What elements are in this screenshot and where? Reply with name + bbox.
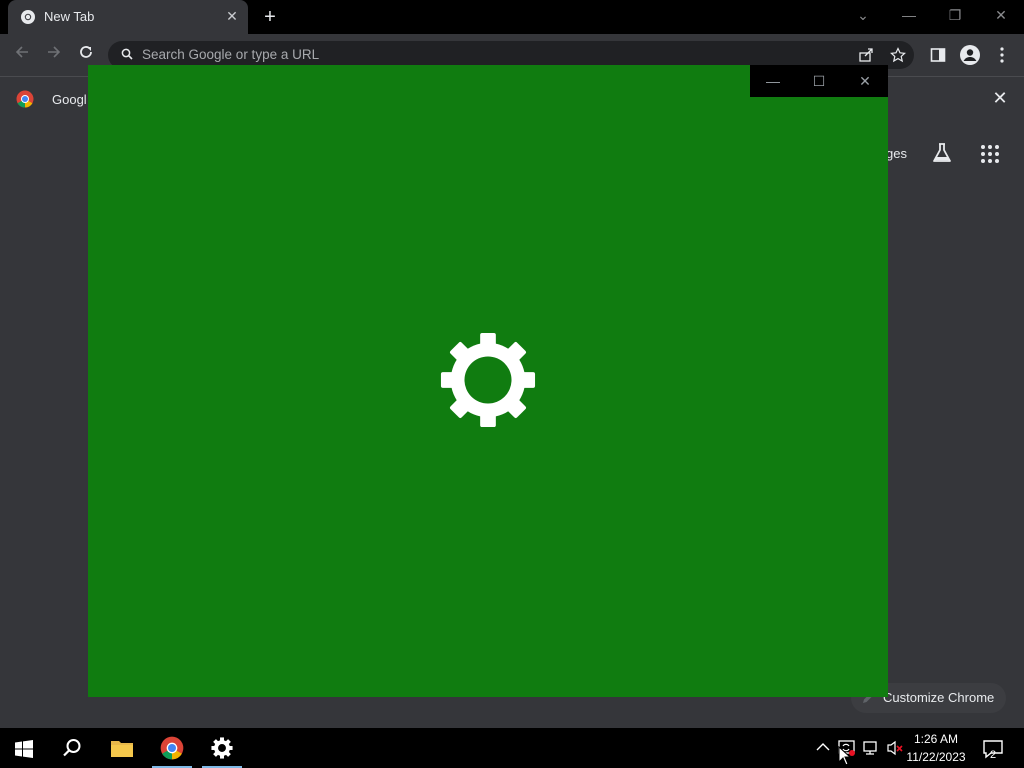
labs-flask-icon[interactable] <box>931 142 953 164</box>
folder-icon <box>111 741 133 757</box>
windows-logo-icon <box>15 740 33 758</box>
omnibox-placeholder: Search Google or type a URL <box>142 47 320 62</box>
start-button[interactable] <box>0 728 48 768</box>
close-window-button[interactable]: ✕ <box>978 0 1024 32</box>
search-icon <box>63 739 81 757</box>
back-button[interactable] <box>11 44 33 66</box>
infobar-close-button[interactable]: ✕ <box>991 89 1009 107</box>
reload-button[interactable] <box>75 44 97 66</box>
bookmark-item-google[interactable]: Googl <box>52 92 87 107</box>
chrome-favicon-icon <box>21 10 35 24</box>
splash-close-button[interactable]: ✕ <box>842 65 888 97</box>
side-panel-icon[interactable] <box>930 47 946 63</box>
network-icon[interactable] <box>862 740 880 756</box>
settings-gear-icon <box>440 332 536 428</box>
forward-button[interactable] <box>43 44 65 66</box>
tab-title: New Tab <box>44 9 95 24</box>
chrome-taskbar-button[interactable] <box>148 728 196 768</box>
tab-new-tab[interactable]: New Tab ✕ <box>8 0 248 34</box>
clock-date[interactable]: 11/22/2023 <box>900 750 972 764</box>
notifications-count-badge: 2 <box>990 749 997 761</box>
chrome-menu-icon[interactable] <box>997 46 1007 64</box>
file-explorer-taskbar-button[interactable] <box>98 728 146 768</box>
bookmark-star-icon[interactable] <box>890 47 906 63</box>
reload-icon <box>80 46 92 58</box>
tab-search-button[interactable]: ⌄ <box>840 0 886 32</box>
google-apps-icon[interactable] <box>980 144 1000 164</box>
settings-taskbar-button[interactable] <box>198 728 246 768</box>
splash-minimize-button[interactable]: — <box>750 65 796 97</box>
settings-gear-icon <box>211 737 233 759</box>
minimize-button[interactable]: — <box>886 0 932 32</box>
search-taskbar-button[interactable] <box>48 728 96 768</box>
new-tab-button[interactable]: + <box>260 7 280 27</box>
profile-avatar-icon[interactable] <box>959 44 981 66</box>
search-icon <box>121 48 133 60</box>
mouse-cursor-icon <box>838 746 850 766</box>
clock-time[interactable]: 1:26 AM <box>900 732 972 746</box>
restore-button[interactable]: ❐ <box>932 0 978 32</box>
share-icon[interactable] <box>858 47 874 63</box>
show-hidden-icons-chevron-icon[interactable] <box>816 742 830 752</box>
customize-chrome-label: Customize Chrome <box>883 690 995 705</box>
splash-maximize-button[interactable]: ☐ <box>796 65 842 97</box>
tab-close-button[interactable]: ✕ <box>224 8 240 24</box>
chrome-logo-icon <box>160 736 184 760</box>
chrome-logo-icon <box>16 90 34 108</box>
back-arrow-icon <box>15 46 28 58</box>
images-link[interactable]: ges <box>886 146 907 161</box>
forward-arrow-icon <box>48 46 61 58</box>
